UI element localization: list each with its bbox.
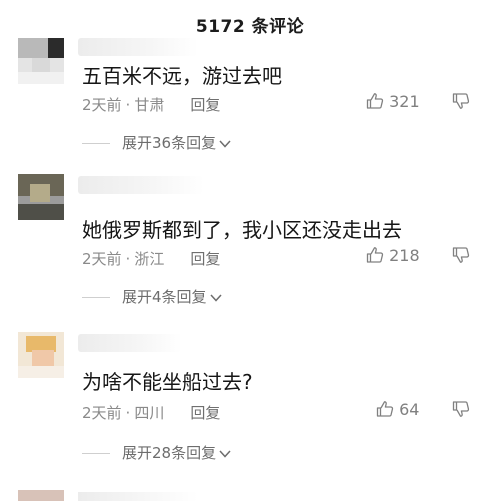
comment-text: 为啥不能坐船过去? [82,370,253,394]
comment-time: 2天前 [82,404,122,422]
meta-separator: · [125,96,131,114]
like-count: 218 [389,246,420,265]
avatar[interactable] [18,174,64,220]
thumbs-up-icon [366,92,384,111]
avatar[interactable] [18,38,64,84]
dislike-button[interactable] [452,400,470,419]
comment-meta: 2天前 · 四川 回复 [82,402,220,423]
username-blurred[interactable] [78,176,204,194]
expand-replies-button[interactable]: 展开4条回复 [82,286,223,307]
thumbs-up-icon [376,400,394,419]
thumbs-up-icon [366,246,384,265]
avatar[interactable] [18,332,64,378]
expand-replies-label: 展开28条回复 [122,444,217,462]
next-comment-avatar-partial [18,490,64,501]
expand-replies-button[interactable]: 展开36条回复 [82,132,232,153]
like-button[interactable]: 64 [376,400,419,419]
comment-time: 2天前 [82,96,122,114]
chevron-down-icon [216,134,232,152]
comment-time: 2天前 [82,250,122,268]
expand-replies-button[interactable]: 展开28条回复 [82,442,232,463]
expand-replies-label: 展开4条回复 [122,288,207,306]
comment-location: 四川 [134,404,165,422]
reply-button[interactable]: 回复 [190,96,220,114]
chevron-down-icon [207,288,223,306]
comment-location: 浙江 [134,250,165,268]
comment-item: 她俄罗斯都到了，我小区还没走出去 2天前 · 浙江 回复 218 展开4条回复 [0,166,500,316]
comment-text: 她俄罗斯都到了，我小区还没走出去 [82,218,402,242]
dislike-button[interactable] [452,92,470,111]
comment-item: 五百米不远，游过去吧 2天前 · 甘肃 回复 321 展开36条回复 [0,30,500,180]
like-count: 321 [389,92,420,111]
chevron-down-icon [216,444,232,462]
like-button[interactable]: 321 [366,92,420,111]
divider-line [82,297,110,298]
expand-replies-label: 展开36条回复 [122,134,217,152]
thumbs-down-icon [452,246,470,265]
comment-location: 甘肃 [134,96,165,114]
divider-line [82,143,110,144]
comment-meta: 2天前 · 浙江 回复 [82,248,220,269]
reply-button[interactable]: 回复 [190,250,220,268]
meta-separator: · [125,250,131,268]
dislike-button[interactable] [452,246,470,265]
like-count: 64 [399,400,420,419]
like-button[interactable]: 218 [366,246,420,265]
username-blurred[interactable] [78,38,198,56]
username-blurred[interactable] [78,334,182,352]
reply-button[interactable]: 回复 [190,404,220,422]
comment-text: 五百米不远，游过去吧 [82,64,282,88]
comment-meta: 2天前 · 甘肃 回复 [82,94,220,115]
thumbs-down-icon [452,400,470,419]
divider-line [82,453,110,454]
comment-item: 为啥不能坐船过去? 2天前 · 四川 回复 64 展开28条回复 [0,326,500,476]
next-comment-username-blurred [78,492,198,501]
thumbs-down-icon [452,92,470,111]
meta-separator: · [125,404,131,422]
